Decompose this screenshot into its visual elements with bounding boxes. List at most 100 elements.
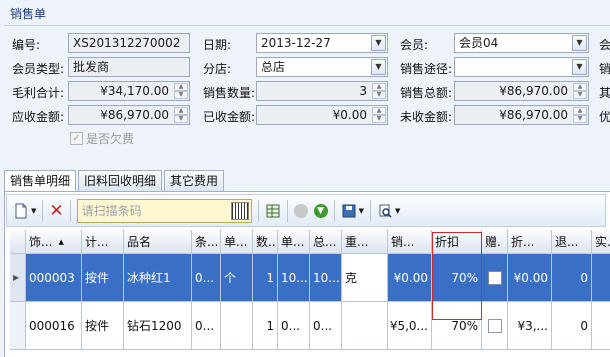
column-header[interactable]: 单... [278,230,310,254]
column-header[interactable]: 退... [552,230,592,254]
chevron-down-icon: ▼ [395,206,401,215]
tab-other-fees[interactable]: 其它费用 [164,170,225,191]
gift-checkbox[interactable] [482,254,508,302]
spin-icon: ▲ ▼ [174,107,188,123]
table-cell-editing[interactable]: 克 [342,254,388,302]
table-cell[interactable]: 个 [221,254,253,302]
table-cell[interactable]: ¥0.00 [388,254,432,302]
table-cell[interactable]: 1 [253,254,278,302]
toolbar-separator [42,199,44,222]
table-cell[interactable]: 000003 [26,254,82,302]
delete-row-button[interactable]: ✕ [49,199,63,223]
table-cell[interactable] [342,302,388,350]
column-header[interactable]: 单... [221,230,253,254]
received-value: ¥0.00 [332,108,367,122]
receivable-value: ¥86,970.00 [100,108,169,122]
column-header[interactable]: 折扣 [432,230,482,254]
receivable-label: 应收金额: [12,110,65,124]
chevron-down-icon: ▼ [31,206,37,215]
tab-recycle-detail[interactable]: 旧料回收明细 [78,170,163,191]
order-no-field[interactable]: XS201312270002 [68,33,190,53]
channel-select[interactable]: ▼ [454,57,589,77]
table-cell[interactable]: 冰种红1 [124,254,192,302]
export-button[interactable] [265,199,281,223]
member-value: 会员04 [459,36,499,50]
table-cell[interactable]: 10... [310,254,342,302]
gross-profit-label: 毛利合计: [12,86,65,100]
table-cell[interactable]: 按件 [82,302,124,350]
barcode-scan-input[interactable]: 请扫描条码 [76,198,252,223]
column-header[interactable]: 重... [342,230,388,254]
group-title: 销售单 [10,7,47,21]
table-cell[interactable]: ¥3,... [508,302,552,350]
chevron-down-icon: ▼ [358,206,365,215]
member-label: 会员: [400,38,429,52]
member-select[interactable]: 会员04 ▼ [454,33,589,53]
gift-checkbox[interactable] [482,302,508,350]
table-row[interactable]: 000016 按件 钻石1200 0... 1 0... 0... ¥5,0..… [10,302,610,350]
chevron-down-icon[interactable]: ▼ [572,59,587,75]
member-type-field: 批发商 [68,57,190,77]
column-header[interactable]: 折... [508,230,552,254]
column-header[interactable]: 赠. [482,230,508,254]
column-header[interactable]: 数... [253,230,278,254]
spreadsheet-icon [266,204,280,217]
received-field: ¥0.00 ▲ ▼ [256,105,388,125]
table-cell[interactable]: 0... [192,254,221,302]
column-header[interactable]: 条... [192,230,221,254]
table-cell[interactable]: ¥5,0... [388,302,432,350]
overdue-checkbox[interactable]: ✓ 是否欠费 [70,130,134,147]
table-cell[interactable]: 按件 [82,254,124,302]
table-row[interactable]: ▶ 000003 按件 冰种红1 0... 个 1 10... 10... 克 … [10,254,610,302]
date-value: 2013-12-27 [261,36,331,50]
toolbar-separator [257,199,259,222]
date-field[interactable]: 2013-12-27 ▼ [256,33,388,53]
unreceived-value: ¥86,970.00 [499,108,568,122]
chevron-down-icon[interactable]: ▼ [371,35,386,51]
table-cell[interactable]: 0 [552,254,592,302]
table-cell[interactable]: 1 [253,302,278,350]
table-cell[interactable]: 钻石1200 [124,302,192,350]
discount-cell[interactable]: 70% [432,302,482,350]
unreceived-field: ¥86,970.00 ▲ ▼ [454,105,589,125]
table-cell[interactable]: 0 [592,254,610,302]
table-cell[interactable]: 0... [278,302,310,350]
move-down-button[interactable]: ▼ [313,199,328,223]
move-up-button[interactable] [293,199,308,223]
table-cell[interactable] [221,302,253,350]
table-cell[interactable]: 0... [310,302,342,350]
table-cell[interactable]: 10... [278,254,310,302]
toolbar-separator [69,199,71,222]
save-button[interactable]: ▼ [341,199,364,223]
column-header[interactable]: 品名 [124,230,192,254]
table-cell[interactable]: 0... [192,302,221,350]
overdue-label: 是否欠费 [86,132,135,146]
new-row-button[interactable]: ▼ [13,199,36,223]
unreceived-extra-label: 优 [599,110,610,124]
settings-button[interactable]: ▼ [377,199,400,223]
column-header[interactable]: 饰... ▲ [26,230,82,254]
table-cell[interactable]: 000016 [26,302,82,350]
spin-icon: ▲ ▼ [372,83,386,99]
barcode-icon[interactable] [230,201,249,220]
chevron-down-icon[interactable]: ▼ [572,35,587,51]
branch-label: 分店: [203,62,232,76]
column-header[interactable]: 销... [388,230,432,254]
column-header[interactable]: 计... [82,230,124,254]
sales-total-label: 销售总额: [400,86,453,100]
sort-asc-icon: ▲ [58,237,64,246]
table-cell[interactable]: 0 [592,302,610,350]
toolbar-separator [286,199,288,222]
table-cell[interactable]: ¥0.00 [508,254,552,302]
column-header[interactable]: 实. [592,230,610,254]
date-label: 日期: [203,38,232,52]
column-header[interactable]: 总... [310,230,342,254]
branch-select[interactable]: 总店 ▼ [256,57,388,77]
qty-value: 3 [359,84,367,98]
disabled-circle-icon [293,203,308,218]
row-indicator [10,302,26,350]
chevron-down-icon[interactable]: ▼ [371,59,386,75]
table-cell[interactable]: 0 [552,302,592,350]
discount-cell[interactable]: 70% [432,254,482,302]
tab-sales-detail[interactable]: 销售单明细 [4,170,77,192]
